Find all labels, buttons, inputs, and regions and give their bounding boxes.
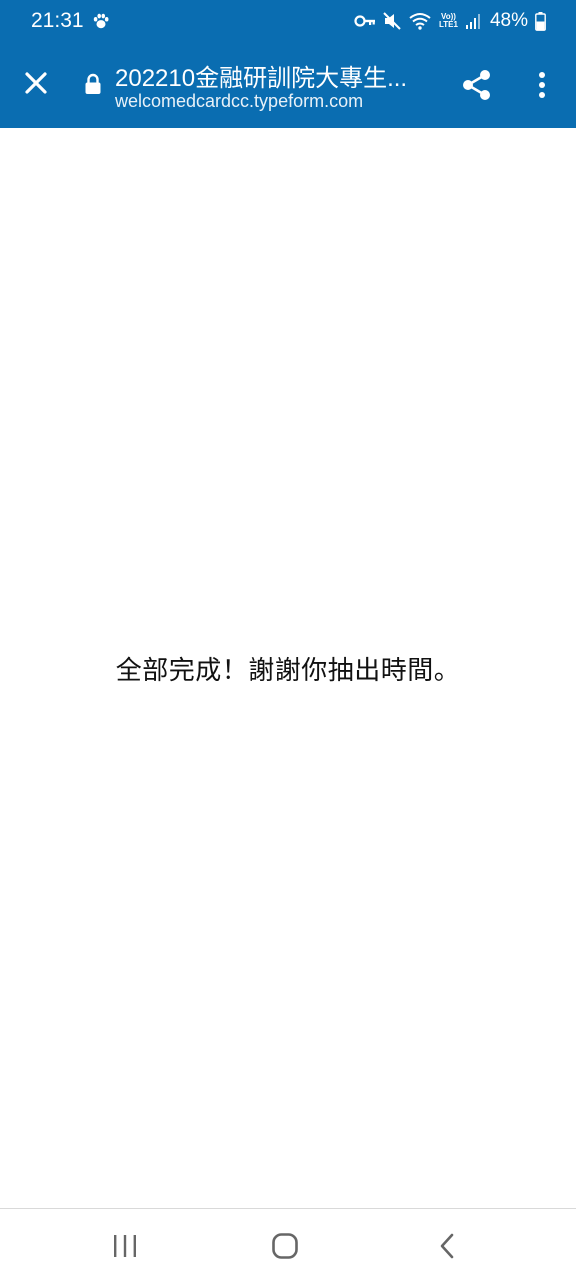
back-icon[interactable] (436, 1232, 458, 1260)
more-vert-icon[interactable] (530, 69, 554, 101)
wifi-icon (409, 13, 431, 30)
status-time: 21:31 (31, 9, 84, 32)
top-bar: 21:31 Vo)) LTE1 48% 202210金融研訓院大專生... we… (0, 0, 576, 128)
page-url: welcomedcardcc.typeform.com (115, 91, 364, 111)
close-icon[interactable] (20, 67, 52, 99)
web-content: 全部完成！謝謝你抽出時間。 (0, 128, 576, 1208)
paw-icon (93, 13, 109, 29)
key-icon (354, 15, 375, 27)
volte-indicator: Vo)) LTE1 (439, 12, 458, 29)
signal-icon (465, 14, 480, 29)
page-title: 202210金融研訓院大專生... (115, 65, 408, 92)
navigation-bar (0, 1208, 576, 1281)
battery-percent: 48% (489, 10, 528, 31)
battery-icon (535, 11, 546, 31)
status-bar: 21:31 Vo)) LTE1 48% (0, 0, 576, 42)
completion-message: 全部完成！謝謝你抽出時間。 (115, 655, 461, 685)
recents-icon[interactable] (111, 1233, 139, 1259)
home-icon[interactable] (271, 1232, 299, 1260)
share-icon[interactable] (459, 67, 495, 103)
status-icons: Vo)) LTE1 48% (354, 8, 546, 34)
lock-icon (85, 73, 101, 94)
mute-icon (383, 12, 401, 30)
